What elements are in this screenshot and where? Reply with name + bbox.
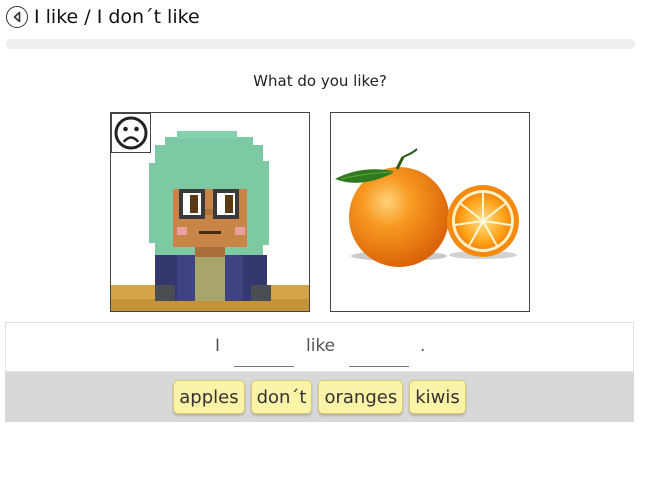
sentence-area: I like . <box>5 322 634 372</box>
back-button[interactable] <box>6 6 28 28</box>
word-chip-dont[interactable]: don´t <box>250 380 313 414</box>
fruit-card <box>330 112 530 312</box>
sentence-word: I <box>215 336 221 356</box>
word-chip-kiwis[interactable]: kiwis <box>409 380 466 414</box>
page-title: I like / I don´t like <box>34 6 200 28</box>
sentence-period: . <box>420 336 426 356</box>
question-text: What do you like? <box>253 72 387 90</box>
answer-blank-2[interactable] <box>349 365 409 367</box>
back-arrow-icon <box>13 11 21 23</box>
answer-blank-1[interactable] <box>234 365 294 367</box>
avatar-card <box>110 112 310 312</box>
progress-bar <box>6 39 635 49</box>
oranges-image <box>335 148 519 267</box>
word-bank: apples don´t oranges kiwis <box>5 372 634 422</box>
word-chip-oranges[interactable]: oranges <box>318 380 404 414</box>
emotion-box <box>111 113 151 153</box>
word-chip-apples[interactable]: apples <box>173 380 245 414</box>
sentence-word: like <box>306 336 336 356</box>
header: I like / I don´t like <box>6 5 200 29</box>
sad-face-icon <box>114 116 148 150</box>
